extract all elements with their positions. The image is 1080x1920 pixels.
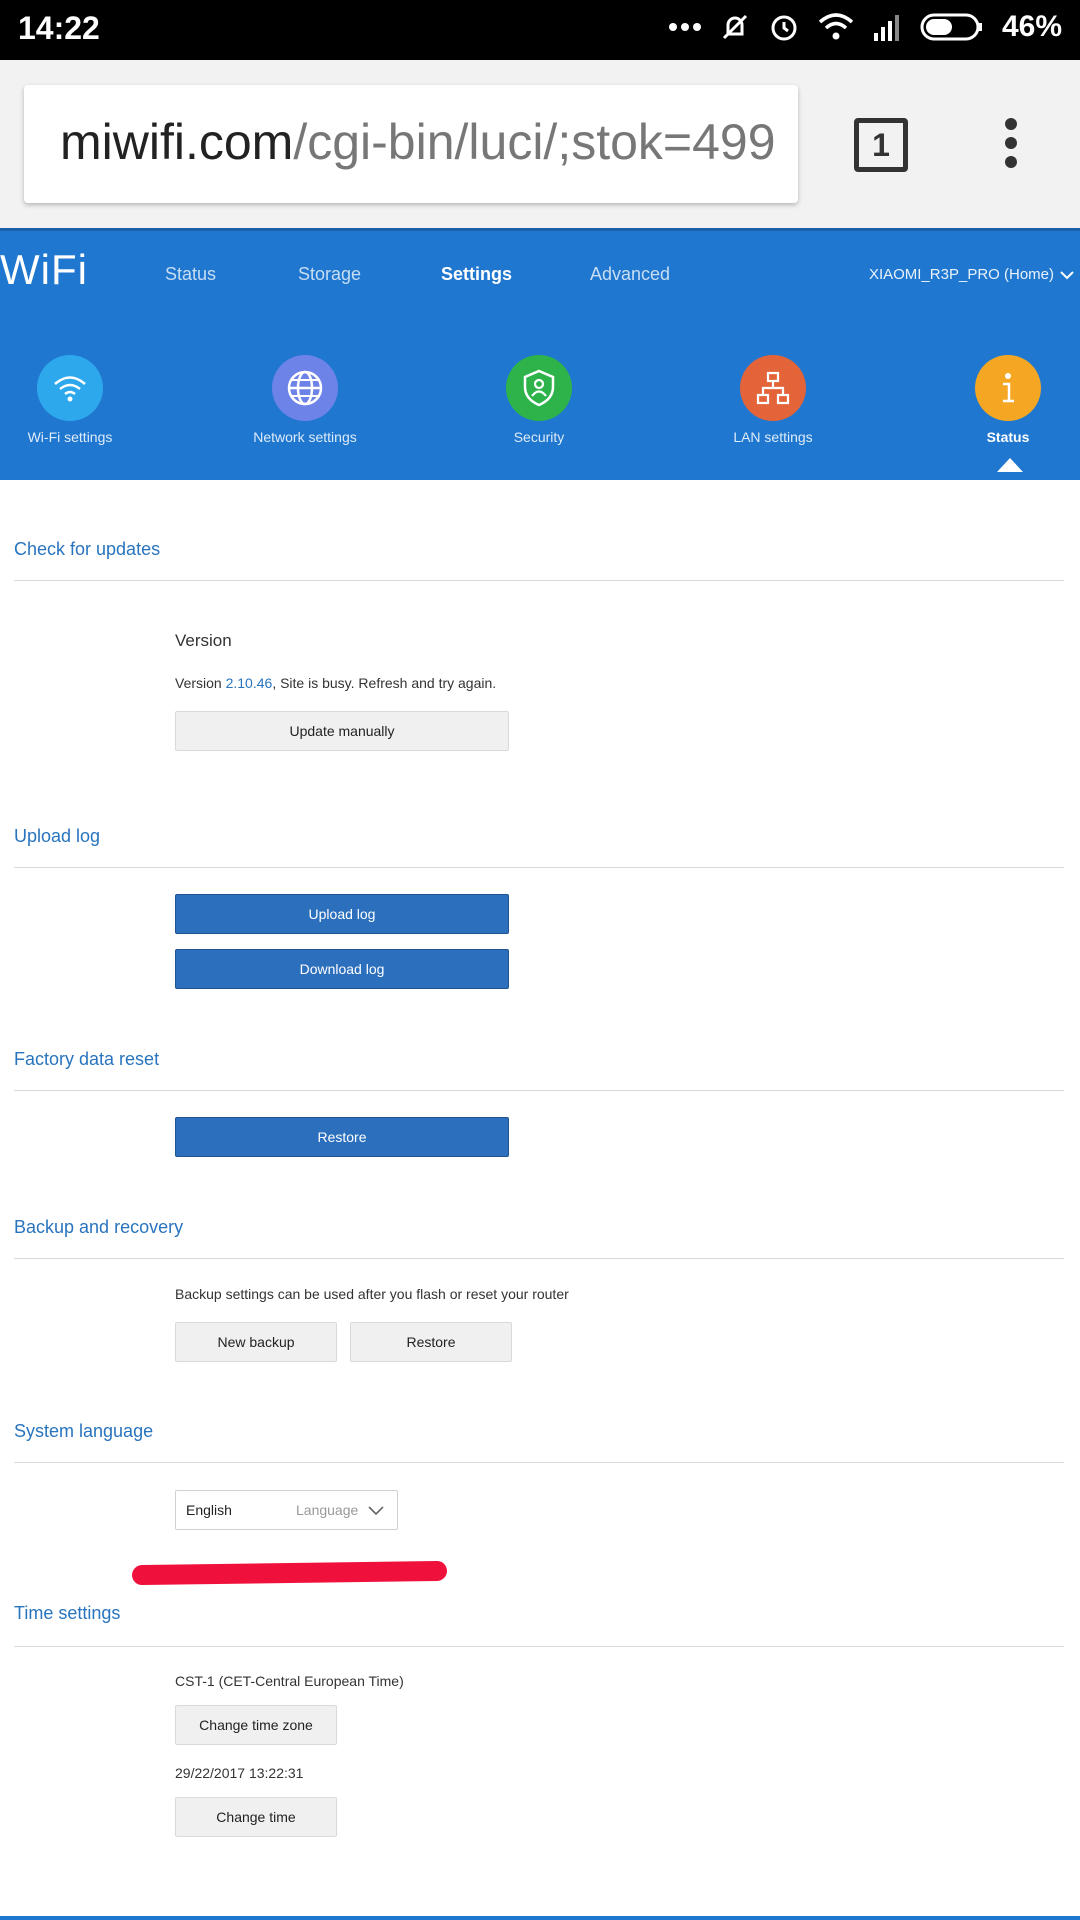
timezone-text: CST-1 (CET-Central European Time) (175, 1673, 404, 1689)
category-status[interactable]: Status (928, 355, 1080, 445)
current-datetime: 29/22/2017 13:22:31 (175, 1765, 304, 1781)
red-highlight-stroke (131, 1560, 448, 1586)
version-number: 2.10.46 (225, 675, 273, 691)
change-time-zone-button[interactable]: Change time zone (175, 1705, 337, 1745)
language-placeholder: Language (296, 1502, 359, 1518)
chevron-down-icon (1060, 270, 1074, 279)
status-icons: 46% (668, 10, 1062, 44)
mute-icon (720, 12, 750, 42)
more-notifications-icon (668, 22, 702, 32)
category-label: Network settings (253, 429, 357, 445)
category-lan-settings[interactable]: LAN settings (693, 355, 853, 445)
section-title: Upload log (14, 826, 101, 846)
divider (14, 1258, 1064, 1259)
router-header: WiFi Status Storage Settings Advanced XI… (0, 228, 1080, 480)
category-label: Wi-Fi settings (27, 429, 113, 445)
footer-bar (0, 1916, 1080, 1920)
category-network-settings[interactable]: Network settings (225, 355, 385, 445)
version-prefix: Version (175, 675, 226, 691)
version-heading: Version (175, 631, 232, 650)
divider (14, 580, 1064, 581)
section-title: Time settings (14, 1603, 121, 1623)
wifi-signal-icon (818, 12, 854, 42)
section-title: Factory data reset (14, 1049, 160, 1069)
section-title: System language (14, 1421, 154, 1441)
new-backup-button[interactable]: New backup (175, 1322, 337, 1362)
tab-switcher-button[interactable]: 1 (854, 118, 908, 172)
logo: WiFi (0, 246, 88, 293)
device-selector[interactable]: XIAOMI_R3P_PRO (Home) (869, 266, 1074, 283)
lan-icon (740, 355, 806, 421)
globe-icon (272, 355, 338, 421)
section-title: Backup and recovery (14, 1217, 184, 1237)
language-select[interactable]: English Language (175, 1490, 398, 1530)
status-bar: 14:22 46% (0, 0, 1080, 60)
backup-description: Backup settings can be used after you fl… (175, 1286, 569, 1302)
version-suffix: , Site is busy. Refresh and try again. (272, 675, 497, 691)
nav-status[interactable]: Status (165, 264, 216, 285)
browser-toolbar: miwifi.com/cgi-bin/luci/;stok=499 1 (0, 60, 1080, 228)
language-value: English (186, 1502, 232, 1518)
category-label: Security (513, 429, 565, 445)
device-name: XIAOMI_R3P_PRO (Home) (868, 266, 1054, 283)
address-bar[interactable]: miwifi.com/cgi-bin/luci/;stok=499 (24, 85, 798, 203)
url-text: miwifi.com/cgi-bin/luci/;stok=499 (60, 113, 776, 171)
info-icon (975, 355, 1041, 421)
battery-icon (920, 13, 984, 41)
nav-settings[interactable]: Settings (441, 264, 512, 285)
divider (14, 1462, 1064, 1463)
active-category-pointer (997, 458, 1023, 472)
battery-percent: 46% (1001, 10, 1062, 43)
change-time-button[interactable]: Change time (175, 1797, 337, 1837)
version-status: Version 2.10.46, Site is busy. Refresh a… (175, 675, 496, 691)
divider (14, 1646, 1064, 1647)
factory-restore-button[interactable]: Restore (175, 1117, 509, 1157)
wifi-icon (37, 355, 103, 421)
shield-icon (506, 355, 572, 421)
alarm-icon (768, 11, 800, 43)
category-label: LAN settings (733, 429, 813, 445)
section-title: Check for updates (14, 539, 161, 559)
nav-advanced[interactable]: Advanced (590, 264, 670, 285)
category-wifi-settings[interactable]: Wi-Fi settings (0, 355, 150, 445)
cell-signal-icon (872, 13, 902, 41)
update-manually-button[interactable]: Update manually (175, 711, 509, 751)
category-label: Status (986, 429, 1030, 445)
upload-log-button[interactable]: Upload log (175, 894, 509, 934)
url-path: /cgi-bin/luci/;stok=499 (293, 114, 776, 170)
nav-storage[interactable]: Storage (298, 264, 361, 285)
browser-menu-icon[interactable] (1000, 118, 1022, 172)
category-security[interactable]: Security (459, 355, 619, 445)
clock: 14:22 (18, 10, 100, 46)
divider (14, 1090, 1064, 1091)
url-host: miwifi.com (60, 114, 294, 170)
download-log-button[interactable]: Download log (175, 949, 509, 989)
backup-restore-button[interactable]: Restore (350, 1322, 512, 1362)
divider (14, 867, 1064, 868)
chevron-down-icon (368, 1506, 384, 1516)
